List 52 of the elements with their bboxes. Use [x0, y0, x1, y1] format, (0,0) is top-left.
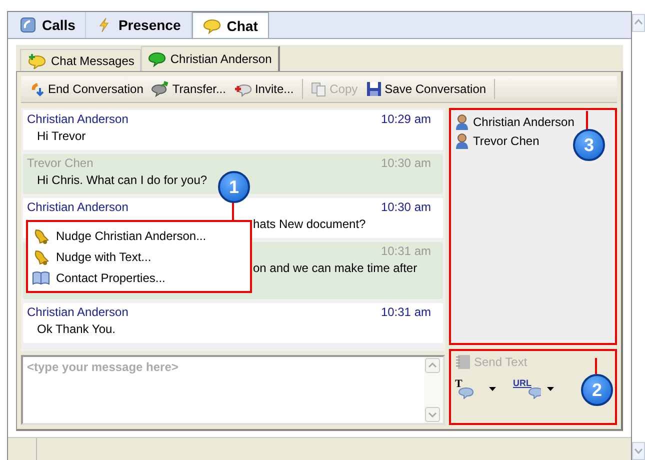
- menu-item[interactable]: Contact Properties...: [28, 267, 250, 288]
- scroll-up-icon[interactable]: [632, 14, 645, 32]
- message-text: hats New document?: [253, 216, 366, 233]
- message-text: Hi Trevor: [36, 128, 86, 145]
- format-button[interactable]: T: [455, 378, 483, 402]
- message-text: Ok Thank You.: [36, 321, 116, 338]
- speech-bubble-icon: [458, 387, 474, 399]
- scroll-down-icon[interactable]: [425, 407, 440, 422]
- menu-item[interactable]: Nudge Christian Anderson...: [28, 225, 250, 246]
- leader-line: [586, 111, 588, 131]
- speech-bubble-icon: [148, 51, 166, 67]
- message-time: 10:31 am: [380, 243, 431, 260]
- person-icon: [455, 114, 469, 130]
- sub-tab[interactable]: Christian Anderson: [141, 46, 280, 71]
- speech-bubble-icon: [528, 387, 541, 399]
- dropdown-caret-icon[interactable]: [489, 387, 497, 393]
- sender-name: Christian Anderson: [27, 199, 128, 216]
- message-time: 10:31 am: [380, 304, 431, 321]
- main-tab[interactable]: Chat: [192, 12, 269, 38]
- sender-name: Christian Anderson: [27, 304, 128, 321]
- bell-icon: [32, 248, 50, 264]
- menu-item[interactable]: Nudge with Text...: [28, 246, 250, 267]
- message-text: on and we can make time after: [253, 260, 418, 277]
- open-book-icon: [32, 270, 50, 286]
- toolbar-button[interactable]: Save Conversation: [362, 81, 490, 97]
- bell-icon: [32, 228, 50, 244]
- participant-item[interactable]: Trevor Chen: [455, 131, 540, 150]
- format-button[interactable]: URL: [513, 378, 541, 402]
- bubble-arrow-icon: [151, 81, 170, 97]
- message-text: Hi Chris. What can I do for you?: [36, 172, 208, 189]
- message-time: 10:30 am: [380, 155, 431, 172]
- sub-tab[interactable]: Chat Messages: [20, 49, 142, 71]
- sender-name: Trevor Chen: [27, 155, 94, 172]
- speech-bubble-plus-icon: [27, 52, 47, 68]
- main-tab[interactable]: Calls: [10, 12, 86, 38]
- message-time: 10:29 am: [380, 111, 431, 128]
- toolbar-button[interactable]: Invite...: [230, 81, 298, 97]
- person-icon: [455, 132, 469, 148]
- leader-line: [595, 358, 597, 374]
- scroll-up-icon[interactable]: [425, 358, 440, 373]
- toolbar-button[interactable]: Transfer...: [147, 81, 230, 97]
- phone-arrow-icon: [29, 81, 45, 97]
- participant-item[interactable]: Christian Anderson: [455, 112, 574, 131]
- phone-icon: [20, 17, 36, 33]
- sender-name: Christian Anderson: [27, 111, 128, 128]
- scroll-down-icon[interactable]: [632, 442, 645, 460]
- dropdown-caret-icon[interactable]: [547, 387, 555, 393]
- toolbar-button[interactable]: End Conversation: [25, 81, 148, 97]
- speech-bubble-icon: [202, 18, 221, 34]
- copy-icon: [310, 81, 327, 97]
- message-time: 10:30 am: [380, 199, 431, 216]
- notepad-icon: [455, 354, 471, 370]
